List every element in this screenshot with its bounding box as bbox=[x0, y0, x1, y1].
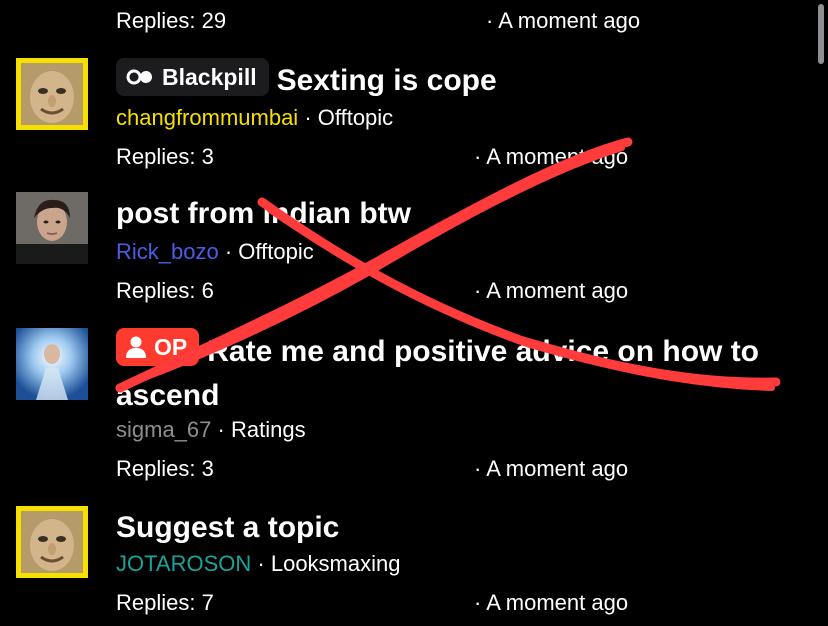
author-name[interactable]: changfrommumbai bbox=[116, 105, 298, 130]
separator: · bbox=[304, 105, 312, 130]
avatar[interactable] bbox=[16, 192, 88, 264]
thread-title-line[interactable]: OP Rate me and positive advice on how to… bbox=[116, 328, 778, 418]
thread-title: Suggest a topic bbox=[116, 511, 340, 544]
avatar-image bbox=[16, 192, 88, 264]
replies-count: Replies: 3 bbox=[116, 144, 214, 169]
thread-title: post from indian btw bbox=[116, 197, 411, 230]
category-badge: Blackpill bbox=[116, 58, 269, 96]
replies-count: Replies: 6 bbox=[116, 278, 214, 303]
author-name[interactable]: sigma_67 bbox=[116, 417, 211, 442]
pill-icon bbox=[126, 69, 152, 85]
avatar[interactable] bbox=[16, 328, 88, 400]
separator: · bbox=[257, 551, 265, 576]
thread-byline: Rick_bozo · Offtopic bbox=[116, 238, 314, 266]
thread-list-screen: Replies: 29 · A moment ago Blackpill Sex… bbox=[0, 0, 828, 626]
avatar-image bbox=[21, 511, 83, 573]
thread-byline: JOTAROSON · Looksmaxing bbox=[116, 550, 400, 578]
thread-row[interactable]: OP Rate me and positive advice on how to… bbox=[0, 328, 828, 488]
replies-count: Replies: 29 bbox=[116, 8, 227, 33]
author-name[interactable]: Rick_bozo bbox=[116, 239, 219, 264]
thread-row[interactable]: Suggest a topic JOTAROSON · Looksmaxing … bbox=[0, 506, 828, 626]
thread-title: Sexting is cope bbox=[276, 64, 497, 97]
badge-label: Blackpill bbox=[162, 64, 257, 90]
avatar-image bbox=[16, 328, 88, 400]
category-name[interactable]: Ratings bbox=[231, 417, 306, 442]
timestamp: · A moment ago bbox=[474, 144, 629, 169]
separator: · bbox=[224, 239, 233, 264]
avatar[interactable] bbox=[16, 58, 88, 130]
separator: · bbox=[217, 417, 225, 442]
thread-row[interactable]: post from indian btw Rick_bozo · Offtopi… bbox=[0, 192, 828, 312]
op-badge: OP bbox=[116, 328, 200, 366]
replies-count: Replies: 3 bbox=[116, 456, 214, 481]
avatar[interactable] bbox=[16, 506, 88, 578]
timestamp: · A moment ago bbox=[474, 278, 629, 303]
author-name[interactable]: JOTAROSON bbox=[116, 551, 251, 576]
replies-count: Replies: 7 bbox=[116, 590, 214, 615]
thread-title-line[interactable]: post from indian btw bbox=[116, 192, 778, 236]
category-name[interactable]: Looksmaxing bbox=[271, 551, 401, 576]
scrollbar[interactable] bbox=[818, 4, 824, 64]
thread-title: Rate me and positive advice on how to as… bbox=[116, 335, 760, 412]
thread-byline: sigma_67 · Ratings bbox=[116, 416, 306, 444]
thread-row[interactable]: Blackpill Sexting is cope changfrommumba… bbox=[0, 58, 828, 178]
thread-byline: changfrommumbai · Offtopic bbox=[116, 104, 393, 132]
timestamp: · A moment ago bbox=[474, 456, 629, 481]
person-icon bbox=[126, 336, 146, 358]
avatar-image bbox=[21, 63, 83, 125]
thread-title-line[interactable]: Suggest a topic bbox=[116, 506, 778, 550]
timestamp: · A moment ago bbox=[486, 8, 641, 33]
timestamp: · A moment ago bbox=[474, 590, 629, 615]
category-name[interactable]: Offtopic bbox=[238, 239, 313, 264]
badge-label: OP bbox=[154, 334, 188, 360]
category-name[interactable]: Offtopic bbox=[318, 105, 393, 130]
thread-title-line[interactable]: Blackpill Sexting is cope bbox=[116, 58, 778, 103]
